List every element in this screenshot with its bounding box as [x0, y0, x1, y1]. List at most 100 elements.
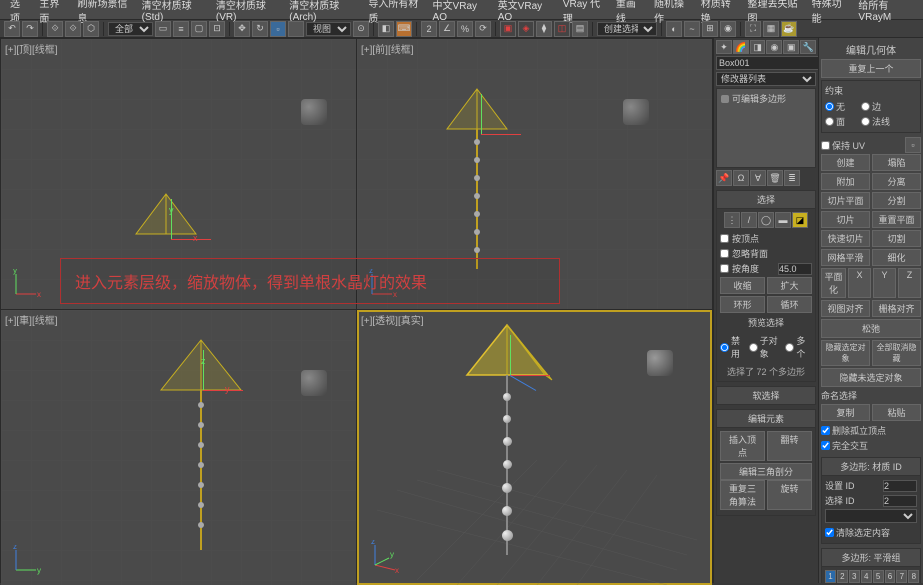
smoothing-header[interactable]: 多边形: 平滑组 — [821, 548, 921, 567]
sg-4[interactable]: 4 — [861, 570, 872, 583]
element-subobj-icon[interactable]: ◪ — [792, 212, 808, 228]
full-interactivity-checkbox[interactable] — [821, 441, 830, 450]
grid-align-button[interactable]: 栅格对齐 — [872, 300, 921, 317]
named-sel-icon[interactable]: ◈ — [518, 21, 534, 37]
undo-icon[interactable]: ↶ — [4, 21, 20, 37]
preview-subobj-radio[interactable] — [749, 343, 758, 352]
rendered-frame-icon[interactable]: ▦ — [763, 21, 779, 37]
spinner-snap-icon[interactable]: ⟳ — [475, 21, 491, 37]
paste-sel-button[interactable]: 粘贴 — [872, 404, 921, 421]
gizmo-front[interactable] — [461, 114, 501, 154]
border-subobj-icon[interactable]: ◯ — [758, 212, 774, 228]
material-id-header[interactable]: 多边形: 材质 ID — [821, 457, 921, 476]
unlink-icon[interactable]: ⟐ — [65, 21, 81, 37]
material-id-dropdown[interactable] — [825, 509, 917, 523]
snap-percent-icon[interactable]: % — [457, 21, 473, 37]
reset-plane-button[interactable]: 重置平面 — [872, 211, 921, 228]
angle-spinner[interactable] — [778, 263, 812, 275]
constraint-none-radio[interactable] — [825, 102, 834, 111]
edit-elements-rollup[interactable]: 编辑元素 — [716, 409, 816, 428]
modifier-stack[interactable]: 可编辑多边形 — [716, 88, 816, 168]
viewcube-left[interactable] — [301, 370, 327, 396]
redo-icon[interactable]: ↷ — [22, 21, 38, 37]
ref-coord-select[interactable]: 视图 — [306, 22, 351, 36]
graphite-icon[interactable]: ◐ — [666, 21, 682, 37]
sg-5[interactable]: 5 — [873, 570, 884, 583]
make-unique-icon[interactable]: ∀ — [750, 170, 766, 186]
unhide-all-button[interactable]: 全部取消隐藏 — [872, 340, 921, 366]
retriangulate-button[interactable]: 重复三角算法 — [720, 480, 765, 510]
selection-filter[interactable]: 全部 — [108, 22, 153, 36]
quickslice-button[interactable]: 快速切片 — [821, 230, 870, 247]
select-region-icon[interactable]: ▢ — [191, 21, 207, 37]
gizmo-top[interactable]: xy — [151, 219, 191, 259]
view-align-button[interactable]: 视图对齐 — [821, 300, 870, 317]
ref-coord-icon[interactable] — [288, 21, 304, 37]
slice-button[interactable]: 切片 — [821, 211, 870, 228]
material-editor-icon[interactable]: ◉ — [720, 21, 736, 37]
viewcube-perspective[interactable] — [647, 350, 673, 376]
by-vertex-checkbox[interactable] — [720, 234, 729, 243]
curve-editor-icon[interactable]: ~ — [684, 21, 700, 37]
relax-button[interactable]: 松弛 — [821, 319, 921, 338]
planar-y-button[interactable]: Y — [873, 268, 896, 298]
vertex-subobj-icon[interactable]: ⋮ — [724, 212, 740, 228]
msmooth-button[interactable]: 网格平滑 — [821, 249, 870, 266]
viewcube-top[interactable] — [301, 99, 327, 125]
sg-3[interactable]: 3 — [849, 570, 860, 583]
create-button[interactable]: 创建 — [821, 154, 870, 171]
viewport-perspective[interactable]: [+][透视][真实] — [357, 310, 712, 585]
configure-sets-icon[interactable]: ≣ — [784, 170, 800, 186]
tessellate-button[interactable]: 细化 — [872, 249, 921, 266]
pin-stack-icon[interactable]: 📌 — [716, 170, 732, 186]
link-icon[interactable]: ⟐ — [47, 21, 63, 37]
stack-editable-poly[interactable]: 可编辑多边形 — [719, 91, 813, 106]
slice-plane-button[interactable]: 切片平面 — [821, 192, 870, 209]
render-icon[interactable]: ☕ — [781, 21, 797, 37]
attach-button[interactable]: 附加 — [821, 173, 870, 190]
split-button[interactable]: 分割 — [872, 192, 921, 209]
move-icon[interactable]: ✥ — [234, 21, 250, 37]
set-id-spinner[interactable] — [883, 480, 917, 492]
align-icon[interactable]: ◫ — [554, 21, 570, 37]
display-tab-icon[interactable]: ▣ — [783, 40, 799, 54]
delete-isolated-checkbox[interactable] — [821, 426, 830, 435]
hide-unselected-button[interactable]: 隐藏未选定对象 — [821, 368, 921, 387]
object-name-field[interactable] — [716, 56, 818, 70]
modify-tab-icon[interactable]: 🌈 — [733, 40, 749, 54]
selection-rollup-header[interactable]: 选择 — [716, 190, 816, 209]
window-crossing-icon[interactable]: ⊡ — [209, 21, 225, 37]
preview-multi-radio[interactable] — [785, 343, 794, 352]
copy-sel-button[interactable]: 复制 — [821, 404, 870, 421]
make-planar-button[interactable]: 平面化 — [821, 268, 846, 298]
cut-button[interactable]: 切割 — [872, 230, 921, 247]
preserve-uv-checkbox[interactable] — [821, 141, 830, 150]
gizmo-left[interactable]: yz — [183, 370, 223, 410]
collapse-button[interactable]: 塌陷 — [872, 154, 921, 171]
ring-button[interactable]: 环形 — [720, 296, 765, 313]
shrink-button[interactable]: 收缩 — [720, 277, 765, 294]
viewport-perspective-label[interactable]: [+][透视][真实] — [361, 312, 424, 327]
viewport-front-label[interactable]: [+][前][线框] — [361, 41, 414, 56]
grow-button[interactable]: 扩大 — [767, 277, 812, 294]
loop-button[interactable]: 循环 — [767, 296, 812, 313]
planar-z-button[interactable]: Z — [898, 268, 921, 298]
soft-selection-rollup[interactable]: 软选择 — [716, 386, 816, 405]
named-selection-set[interactable]: 创建选择集 — [597, 22, 657, 36]
viewport-top-label[interactable]: [+][顶][线框] — [5, 41, 58, 56]
hide-selected-button[interactable]: 隐藏选定对象 — [821, 340, 870, 366]
constraint-edge-radio[interactable] — [861, 102, 870, 111]
ignore-backfacing-checkbox[interactable] — [720, 249, 729, 258]
create-tab-icon[interactable]: ✦ — [716, 40, 732, 54]
menu-special[interactable]: 特殊功能 — [806, 0, 853, 27]
detach-button[interactable]: 分离 — [872, 173, 921, 190]
edit-sel-icon[interactable]: ▣ — [500, 21, 516, 37]
scale-icon[interactable]: ▫ — [270, 21, 286, 37]
modifier-list-dropdown[interactable]: 修改器列表 — [716, 72, 816, 86]
schematic-icon[interactable]: ⊞ — [702, 21, 718, 37]
by-angle-checkbox[interactable] — [720, 264, 729, 273]
sg-2[interactable]: 2 — [837, 570, 848, 583]
sg-8[interactable]: 8 — [908, 570, 919, 583]
layers-icon[interactable]: ▤ — [572, 21, 588, 37]
snap-2d-icon[interactable]: 2 — [421, 21, 437, 37]
